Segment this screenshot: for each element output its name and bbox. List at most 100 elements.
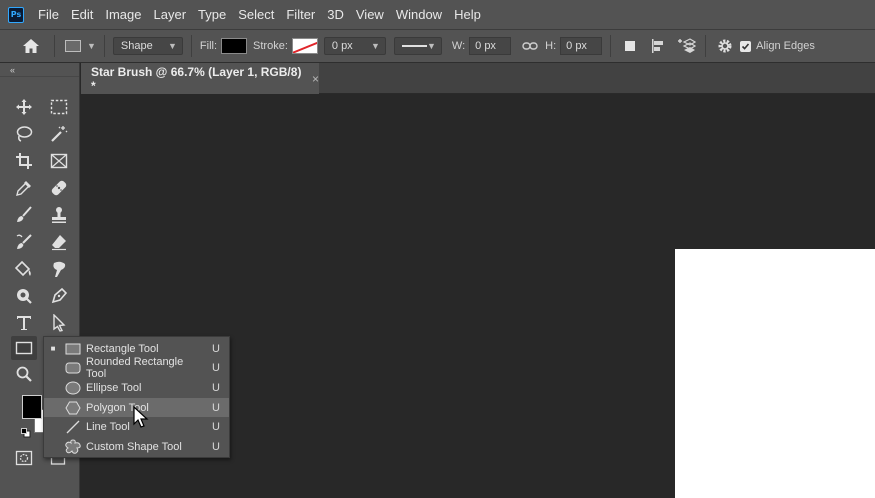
zoom-tool[interactable]	[11, 362, 37, 386]
menu-image[interactable]: Image	[99, 0, 147, 30]
magnifier-icon	[16, 366, 32, 382]
marquee-icon	[50, 99, 68, 115]
tool-preset-picker[interactable]: ▼	[65, 40, 96, 52]
menu-window[interactable]: Window	[390, 0, 448, 30]
home-icon	[23, 39, 39, 53]
flyout-item-ellipse-tool[interactable]: Ellipse Tool U	[44, 378, 229, 398]
clone-stamp-tool[interactable]	[46, 203, 72, 227]
width-label: W:	[451, 40, 466, 52]
stroke-line-style-icon	[401, 45, 427, 47]
rectangle-icon	[15, 341, 33, 355]
stroke-label: Stroke:	[253, 40, 288, 52]
smudge-tool[interactable]	[46, 257, 72, 281]
eraser-tool[interactable]	[46, 230, 72, 254]
rectangle-tool[interactable]	[11, 336, 37, 360]
flyout-item-rounded-rectangle-tool[interactable]: Rounded Rectangle Tool U	[44, 356, 229, 381]
stroke-type-dropdown[interactable]: ▼	[393, 37, 442, 55]
bandage-icon	[51, 180, 67, 196]
dodge-tool[interactable]	[11, 284, 37, 308]
default-colors-button[interactable]	[21, 427, 31, 441]
spot-healing-brush-tool[interactable]	[46, 176, 72, 200]
flyout-item-shortcut: U	[212, 421, 220, 434]
menu-layer[interactable]: Layer	[148, 0, 193, 30]
history-brush-tool[interactable]	[11, 230, 37, 254]
quick-mask-button[interactable]	[11, 446, 37, 470]
flyout-item-label: Rectangle Tool	[86, 342, 159, 355]
flyout-item-shortcut: U	[212, 381, 220, 394]
eyedropper-icon	[16, 181, 31, 196]
rounded-rectangle-icon	[62, 360, 84, 376]
pen-tool[interactable]	[46, 284, 72, 308]
path-arrangement-button[interactable]	[675, 35, 697, 57]
close-icon[interactable]: ×	[312, 72, 319, 86]
move-tool[interactable]	[11, 95, 37, 119]
default-colors-icon	[21, 428, 31, 438]
path-operations-button[interactable]	[619, 35, 641, 57]
menu-view[interactable]: View	[350, 0, 390, 30]
separator	[610, 35, 612, 57]
menu-filter[interactable]: Filter	[280, 0, 321, 30]
menu-type[interactable]: Type	[192, 0, 232, 30]
menu-3d[interactable]: 3D	[321, 0, 350, 30]
brush-icon	[17, 206, 32, 222]
magic-wand-icon	[51, 126, 68, 142]
foreground-color-swatch[interactable]	[22, 395, 42, 419]
path-selection-tool[interactable]	[46, 311, 72, 335]
width-field[interactable]: 0 px	[469, 37, 512, 55]
mouse-cursor-icon	[133, 406, 149, 428]
chevron-down-icon: ▼	[370, 41, 380, 51]
lasso-icon	[16, 126, 33, 142]
document-canvas[interactable]	[675, 249, 875, 498]
type-tool[interactable]	[11, 311, 37, 335]
menu-bar: Ps File Edit Image Layer Type Select Fil…	[0, 0, 875, 30]
flyout-item-shortcut: U	[212, 362, 220, 375]
menu-edit[interactable]: Edit	[65, 0, 99, 30]
lasso-tool[interactable]	[11, 122, 37, 146]
home-button[interactable]	[16, 30, 46, 63]
menu-select[interactable]: Select	[232, 0, 280, 30]
options-bar: ▼ Shape ▼ Fill: Stroke: 0 px ▼ ▼ W: 0 px…	[0, 30, 875, 63]
pen-icon	[51, 287, 68, 304]
flyout-item-custom-shape-tool[interactable]: Custom Shape Tool U	[44, 437, 229, 457]
mode-dropdown[interactable]: Shape ▼	[112, 37, 183, 55]
toolbar-collapse-button[interactable]: «	[0, 63, 79, 77]
path-operations-icon	[625, 41, 636, 51]
document-tab[interactable]: Star Brush @ 66.7% (Layer 1, RGB/8) * ×	[81, 63, 319, 94]
polygon-icon	[62, 400, 84, 416]
fill-color-swatch[interactable]	[221, 38, 248, 54]
stroke-width-value: 0 px	[331, 40, 353, 52]
fill-label: Fill:	[199, 40, 218, 52]
dodge-icon	[17, 289, 32, 304]
separator	[705, 35, 707, 57]
chevron-down-icon: ▼	[426, 41, 436, 51]
menu-file[interactable]: File	[32, 0, 65, 30]
type-icon	[17, 316, 31, 330]
flyout-item-label: Rounded Rectangle Tool	[86, 356, 184, 381]
align-edges-label: Align Edges	[756, 40, 815, 52]
selected-marker: ■	[50, 344, 56, 354]
link-dimensions-button[interactable]	[519, 35, 541, 57]
height-label: H:	[545, 40, 557, 52]
paint-bucket-tool[interactable]	[11, 257, 37, 281]
crop-tool[interactable]	[11, 149, 37, 173]
brush-tool[interactable]	[11, 203, 37, 227]
eyedropper-tool[interactable]	[11, 176, 37, 200]
history-brush-icon	[16, 234, 32, 249]
photoshop-logo-icon[interactable]: Ps	[8, 6, 24, 23]
menu-help[interactable]: Help	[448, 0, 487, 30]
frame-tool[interactable]	[46, 149, 72, 173]
height-field[interactable]: 0 px	[560, 37, 603, 55]
align-edges-checkbox[interactable]	[740, 40, 752, 52]
flyout-item-shortcut: U	[212, 401, 220, 414]
chevron-down-icon: ▼	[87, 41, 96, 51]
path-alignment-button[interactable]	[647, 35, 669, 57]
document-tab-bar: Star Brush @ 66.7% (Layer 1, RGB/8) * ×	[81, 63, 875, 94]
stroke-color-swatch[interactable]	[291, 38, 318, 54]
geometry-options-button[interactable]	[714, 35, 736, 57]
checkmark-icon	[742, 42, 750, 50]
line-icon	[62, 419, 84, 435]
arrow-pointer-icon	[53, 314, 66, 332]
stroke-width-field[interactable]: 0 px ▼	[323, 37, 386, 55]
magic-wand-tool[interactable]	[46, 122, 72, 146]
rectangular-marquee-tool[interactable]	[46, 95, 72, 119]
